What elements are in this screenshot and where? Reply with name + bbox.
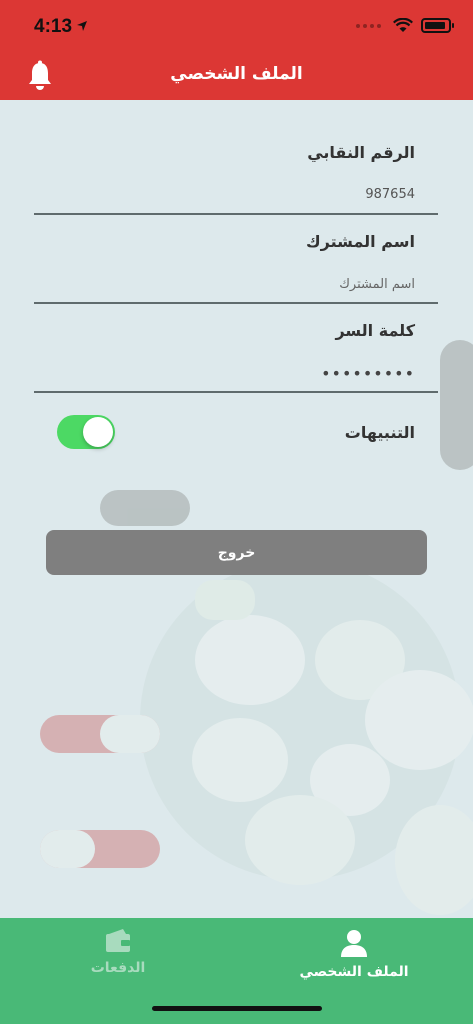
notifications-toggle[interactable]: [57, 415, 115, 449]
location-arrow-icon: [77, 21, 87, 31]
wifi-icon: [393, 18, 413, 32]
union-number-underline: [34, 213, 438, 215]
bell-icon[interactable]: [28, 60, 52, 90]
status-time: 4:13: [34, 16, 73, 37]
password-field[interactable]: •••••••••: [321, 364, 415, 383]
tab-profile[interactable]: الملف الشخصي: [294, 928, 414, 980]
home-indicator: [152, 1006, 322, 1011]
password-underline: [34, 391, 438, 393]
password-label: كلمة السر: [335, 321, 415, 340]
battery-icon: [421, 18, 454, 33]
status-indicators: [356, 18, 454, 33]
subscriber-name-input[interactable]: اسم المشترك: [339, 277, 415, 292]
tab-payments[interactable]: الدفعات: [58, 928, 178, 976]
subscriber-name-underline: [34, 302, 438, 304]
wallet-icon: [106, 929, 130, 952]
person-icon: [341, 930, 367, 957]
subscriber-name-label: اسم المشترك: [306, 232, 415, 251]
signal-icon: [356, 23, 381, 28]
toggle-knob: [83, 417, 113, 447]
background-pills-image: [40, 340, 473, 915]
header-bar: 4:13 الملف الشخصي: [0, 0, 473, 100]
tab-payments-label: الدفعات: [90, 960, 146, 976]
union-number-value[interactable]: 987654: [365, 187, 415, 202]
union-number-label: الرقم النقابي: [307, 143, 415, 162]
tab-profile-label: الملف الشخصي: [299, 964, 409, 980]
logout-button[interactable]: خروج: [46, 530, 427, 575]
notifications-label: التنبيهات: [344, 423, 415, 442]
page-title: الملف الشخصي: [170, 64, 303, 84]
